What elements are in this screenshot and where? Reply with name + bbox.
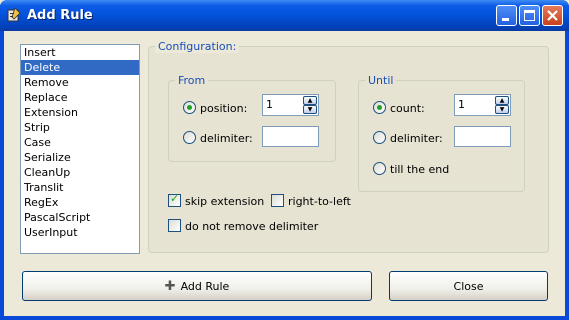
right-to-left-label: right-to-left — [288, 195, 351, 208]
from-legend: From — [175, 74, 209, 87]
from-position-radio[interactable] — [183, 101, 196, 114]
close-button[interactable]: Close — [389, 271, 548, 301]
until-till-end-label: till the end — [390, 163, 450, 176]
skip-extension-checkbox[interactable]: ✓ — [168, 192, 181, 207]
close-window-button[interactable] — [542, 5, 563, 26]
from-position-spinbox[interactable]: 1 ▲ ▼ — [262, 94, 319, 116]
app-icon — [7, 7, 21, 22]
spin-up-icon[interactable]: ▲ — [495, 96, 509, 105]
checkmark-icon: ✓ — [170, 192, 180, 205]
list-item[interactable]: Extension — [21, 105, 139, 120]
skip-extension-label: skip extension — [185, 195, 265, 208]
configuration-group: Configuration: From position: 1 ▲ ▼ deli… — [148, 40, 549, 253]
list-item[interactable]: Delete — [21, 60, 139, 75]
minimize-icon — [502, 18, 509, 21]
from-delimiter-label: delimiter: — [200, 132, 253, 145]
close-icon — [547, 10, 558, 21]
from-group: From position: 1 ▲ ▼ delimiter: — [168, 74, 336, 162]
until-count-value: 1 — [458, 98, 465, 111]
radio-selected-dot — [187, 105, 192, 110]
maximize-icon — [524, 10, 535, 21]
until-till-end-radio[interactable] — [373, 162, 386, 175]
close-label: Close — [453, 279, 484, 293]
list-item[interactable]: Translit — [21, 180, 139, 195]
from-position-label: position: — [200, 102, 248, 115]
window-title: Add Rule — [27, 8, 93, 23]
spin-down-icon[interactable]: ▼ — [303, 105, 317, 114]
list-item[interactable]: Strip — [21, 120, 139, 135]
list-item[interactable]: CleanUp — [21, 165, 139, 180]
right-to-left-checkbox[interactable] — [271, 194, 284, 207]
minimize-button[interactable] — [496, 5, 517, 26]
until-count-label: count: — [390, 102, 425, 115]
do-not-remove-delimiter-label: do not remove delimiter — [185, 220, 319, 233]
until-legend: Until — [365, 74, 397, 87]
list-item[interactable]: PascalScript — [21, 210, 139, 225]
until-count-spinbox[interactable]: 1 ▲ ▼ — [454, 94, 511, 116]
add-rule-button[interactable]: ✚ Add Rule — [22, 271, 372, 301]
do-not-remove-delimiter-checkbox[interactable] — [168, 219, 181, 232]
list-item[interactable]: RegEx — [21, 195, 139, 210]
from-delimiter-input[interactable] — [262, 126, 319, 147]
maximize-button[interactable] — [519, 5, 540, 26]
list-item[interactable]: Case — [21, 135, 139, 150]
dialog-client-area: Insert Delete Remove Replace Extension S… — [4, 31, 565, 316]
until-delimiter-input[interactable] — [454, 126, 511, 147]
plus-icon: ✚ — [164, 278, 176, 294]
until-delimiter-label: delimiter: — [390, 132, 443, 145]
until-count-spin-buttons[interactable]: ▲ ▼ — [495, 96, 509, 114]
rules-listbox[interactable]: Insert Delete Remove Replace Extension S… — [20, 44, 140, 254]
list-item[interactable]: Remove — [21, 75, 139, 90]
title-bar[interactable]: Add Rule — [0, 0, 569, 31]
list-item[interactable]: UserInput — [21, 225, 139, 240]
until-count-radio[interactable] — [373, 101, 386, 114]
from-position-value: 1 — [266, 98, 273, 111]
spin-down-icon[interactable]: ▼ — [495, 105, 509, 114]
list-item[interactable]: Insert — [21, 45, 139, 60]
until-delimiter-radio[interactable] — [373, 131, 386, 144]
add-rule-window: Add Rule Insert Delete Remove Replace Ex… — [0, 0, 569, 320]
list-item[interactable]: Replace — [21, 90, 139, 105]
from-delimiter-radio[interactable] — [183, 131, 196, 144]
until-group: Until count: 1 ▲ ▼ delimiter: till the e… — [358, 74, 525, 192]
from-position-spin-buttons[interactable]: ▲ ▼ — [303, 96, 317, 114]
add-rule-label: Add Rule — [180, 279, 230, 293]
radio-selected-dot — [377, 105, 382, 110]
list-item[interactable]: Serialize — [21, 150, 139, 165]
configuration-legend: Configuration: — [155, 40, 240, 53]
spin-up-icon[interactable]: ▲ — [303, 96, 317, 105]
